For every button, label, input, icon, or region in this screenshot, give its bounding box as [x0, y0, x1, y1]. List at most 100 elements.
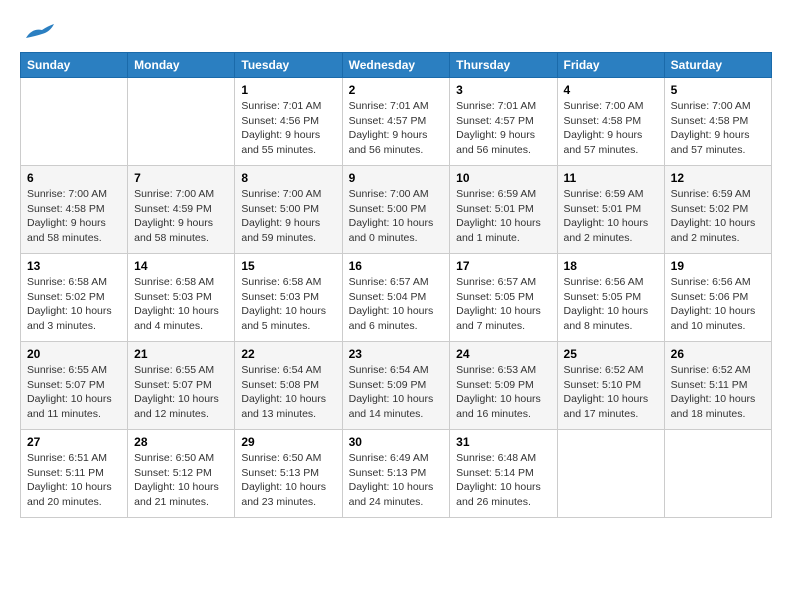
- day-info: Sunrise: 6:50 AM Sunset: 5:12 PM Dayligh…: [134, 451, 228, 510]
- calendar-cell: 5 Sunrise: 7:00 AM Sunset: 4:58 PM Daylig…: [664, 78, 771, 166]
- day-number: 15: [241, 259, 335, 273]
- day-number: 24: [456, 347, 550, 361]
- day-info: Sunrise: 6:58 AM Sunset: 5:03 PM Dayligh…: [134, 275, 228, 334]
- day-number: 12: [671, 171, 765, 185]
- calendar-week-row: 6 Sunrise: 7:00 AM Sunset: 4:58 PM Daylig…: [21, 166, 772, 254]
- calendar-cell: 10Sunrise: 6:59 AM Sunset: 5:01 PM Dayli…: [450, 166, 557, 254]
- weekday-header-wednesday: Wednesday: [342, 53, 450, 78]
- calendar-week-row: 13 Sunrise: 6:58 AM Sunset: 5:02 PM Dayli…: [21, 254, 772, 342]
- calendar-cell: 17 Sunrise: 6:57 AM Sunset: 5:05 PM Dayli…: [450, 254, 557, 342]
- calendar-cell: 25 Sunrise: 6:52 AM Sunset: 5:10 PM Dayli…: [557, 342, 664, 430]
- day-number: 1: [241, 83, 335, 97]
- day-info: Sunrise: 7:00 AM Sunset: 5:00 PM Dayligh…: [241, 187, 335, 246]
- day-number: 28: [134, 435, 228, 449]
- weekday-header-tuesday: Tuesday: [235, 53, 342, 78]
- calendar-header-row: SundayMondayTuesdayWednesdayThursdayFrid…: [21, 53, 772, 78]
- day-info: Sunrise: 6:58 AM Sunset: 5:03 PM Dayligh…: [241, 275, 335, 334]
- day-number: 20: [27, 347, 121, 361]
- weekday-header-sunday: Sunday: [21, 53, 128, 78]
- day-number: 23: [349, 347, 444, 361]
- calendar-cell: 24 Sunrise: 6:53 AM Sunset: 5:09 PM Dayli…: [450, 342, 557, 430]
- calendar-cell: 18Sunrise: 6:56 AM Sunset: 5:05 PM Dayli…: [557, 254, 664, 342]
- calendar-cell: 26 Sunrise: 6:52 AM Sunset: 5:11 PM Dayli…: [664, 342, 771, 430]
- day-number: 3: [456, 83, 550, 97]
- day-info: Sunrise: 6:48 AM Sunset: 5:14 PM Dayligh…: [456, 451, 550, 510]
- day-info: Sunrise: 6:54 AM Sunset: 5:09 PM Dayligh…: [349, 363, 444, 422]
- calendar-cell: 6 Sunrise: 7:00 AM Sunset: 4:58 PM Daylig…: [21, 166, 128, 254]
- calendar-week-row: 20Sunrise: 6:55 AM Sunset: 5:07 PM Dayli…: [21, 342, 772, 430]
- calendar-cell: 2Sunrise: 7:01 AM Sunset: 4:57 PM Daylig…: [342, 78, 450, 166]
- day-number: 27: [27, 435, 121, 449]
- day-info: Sunrise: 6:52 AM Sunset: 5:11 PM Dayligh…: [671, 363, 765, 422]
- calendar-cell: 15 Sunrise: 6:58 AM Sunset: 5:03 PM Dayli…: [235, 254, 342, 342]
- day-number: 22: [241, 347, 335, 361]
- day-info: Sunrise: 6:53 AM Sunset: 5:09 PM Dayligh…: [456, 363, 550, 422]
- calendar-cell: 1 Sunrise: 7:01 AM Sunset: 4:56 PM Daylig…: [235, 78, 342, 166]
- day-info: Sunrise: 7:00 AM Sunset: 4:59 PM Dayligh…: [134, 187, 228, 246]
- calendar-cell: [664, 430, 771, 518]
- calendar-cell: 11Sunrise: 6:59 AM Sunset: 5:01 PM Dayli…: [557, 166, 664, 254]
- day-number: 13: [27, 259, 121, 273]
- day-number: 29: [241, 435, 335, 449]
- day-number: 14: [134, 259, 228, 273]
- day-info: Sunrise: 6:49 AM Sunset: 5:13 PM Dayligh…: [349, 451, 444, 510]
- day-number: 17: [456, 259, 550, 273]
- calendar-cell: 21Sunrise: 6:55 AM Sunset: 5:07 PM Dayli…: [128, 342, 235, 430]
- day-info: Sunrise: 7:00 AM Sunset: 4:58 PM Dayligh…: [671, 99, 765, 158]
- calendar-cell: [21, 78, 128, 166]
- day-info: Sunrise: 7:01 AM Sunset: 4:57 PM Dayligh…: [456, 99, 550, 158]
- calendar-cell: 31 Sunrise: 6:48 AM Sunset: 5:14 PM Dayli…: [450, 430, 557, 518]
- day-number: 9: [349, 171, 444, 185]
- day-info: Sunrise: 6:59 AM Sunset: 5:02 PM Dayligh…: [671, 187, 765, 246]
- calendar-week-row: 27 Sunrise: 6:51 AM Sunset: 5:11 PM Dayli…: [21, 430, 772, 518]
- day-number: 16: [349, 259, 444, 273]
- calendar-cell: 28 Sunrise: 6:50 AM Sunset: 5:12 PM Dayli…: [128, 430, 235, 518]
- day-number: 4: [564, 83, 658, 97]
- calendar-cell: 9Sunrise: 7:00 AM Sunset: 5:00 PM Daylig…: [342, 166, 450, 254]
- day-number: 10: [456, 171, 550, 185]
- day-number: 5: [671, 83, 765, 97]
- day-info: Sunrise: 7:01 AM Sunset: 4:56 PM Dayligh…: [241, 99, 335, 158]
- calendar-cell: 23 Sunrise: 6:54 AM Sunset: 5:09 PM Dayli…: [342, 342, 450, 430]
- calendar-table: SundayMondayTuesdayWednesdayThursdayFrid…: [20, 52, 772, 518]
- day-number: 2: [349, 83, 444, 97]
- day-number: 21: [134, 347, 228, 361]
- day-info: Sunrise: 6:51 AM Sunset: 5:11 PM Dayligh…: [27, 451, 121, 510]
- calendar-cell: 13 Sunrise: 6:58 AM Sunset: 5:02 PM Dayli…: [21, 254, 128, 342]
- weekday-header-monday: Monday: [128, 53, 235, 78]
- calendar-cell: 20Sunrise: 6:55 AM Sunset: 5:07 PM Dayli…: [21, 342, 128, 430]
- day-number: 31: [456, 435, 550, 449]
- day-info: Sunrise: 6:57 AM Sunset: 5:05 PM Dayligh…: [456, 275, 550, 334]
- calendar-cell: [557, 430, 664, 518]
- calendar-cell: 12 Sunrise: 6:59 AM Sunset: 5:02 PM Dayli…: [664, 166, 771, 254]
- calendar-cell: [128, 78, 235, 166]
- calendar-week-row: 1 Sunrise: 7:01 AM Sunset: 4:56 PM Daylig…: [21, 78, 772, 166]
- day-info: Sunrise: 6:58 AM Sunset: 5:02 PM Dayligh…: [27, 275, 121, 334]
- day-info: Sunrise: 6:56 AM Sunset: 5:05 PM Dayligh…: [564, 275, 658, 334]
- calendar-cell: 14 Sunrise: 6:58 AM Sunset: 5:03 PM Dayli…: [128, 254, 235, 342]
- day-number: 30: [349, 435, 444, 449]
- day-number: 26: [671, 347, 765, 361]
- calendar-cell: 8 Sunrise: 7:00 AM Sunset: 5:00 PM Daylig…: [235, 166, 342, 254]
- calendar-cell: 16 Sunrise: 6:57 AM Sunset: 5:04 PM Dayli…: [342, 254, 450, 342]
- day-info: Sunrise: 6:59 AM Sunset: 5:01 PM Dayligh…: [564, 187, 658, 246]
- calendar-cell: 29 Sunrise: 6:50 AM Sunset: 5:13 PM Dayli…: [235, 430, 342, 518]
- calendar-cell: 22Sunrise: 6:54 AM Sunset: 5:08 PM Dayli…: [235, 342, 342, 430]
- day-info: Sunrise: 6:57 AM Sunset: 5:04 PM Dayligh…: [349, 275, 444, 334]
- day-number: 19: [671, 259, 765, 273]
- weekday-header-friday: Friday: [557, 53, 664, 78]
- day-info: Sunrise: 6:52 AM Sunset: 5:10 PM Dayligh…: [564, 363, 658, 422]
- calendar-cell: 3 Sunrise: 7:01 AM Sunset: 4:57 PM Daylig…: [450, 78, 557, 166]
- day-info: Sunrise: 6:50 AM Sunset: 5:13 PM Dayligh…: [241, 451, 335, 510]
- calendar-cell: 4 Sunrise: 7:00 AM Sunset: 4:58 PM Daylig…: [557, 78, 664, 166]
- calendar-cell: 27 Sunrise: 6:51 AM Sunset: 5:11 PM Dayli…: [21, 430, 128, 518]
- day-number: 25: [564, 347, 658, 361]
- page-header: [20, 20, 772, 42]
- day-number: 6: [27, 171, 121, 185]
- logo-bird-icon: [24, 20, 56, 42]
- day-info: Sunrise: 7:00 AM Sunset: 4:58 PM Dayligh…: [27, 187, 121, 246]
- day-info: Sunrise: 7:00 AM Sunset: 4:58 PM Dayligh…: [564, 99, 658, 158]
- day-number: 7: [134, 171, 228, 185]
- day-number: 8: [241, 171, 335, 185]
- weekday-header-thursday: Thursday: [450, 53, 557, 78]
